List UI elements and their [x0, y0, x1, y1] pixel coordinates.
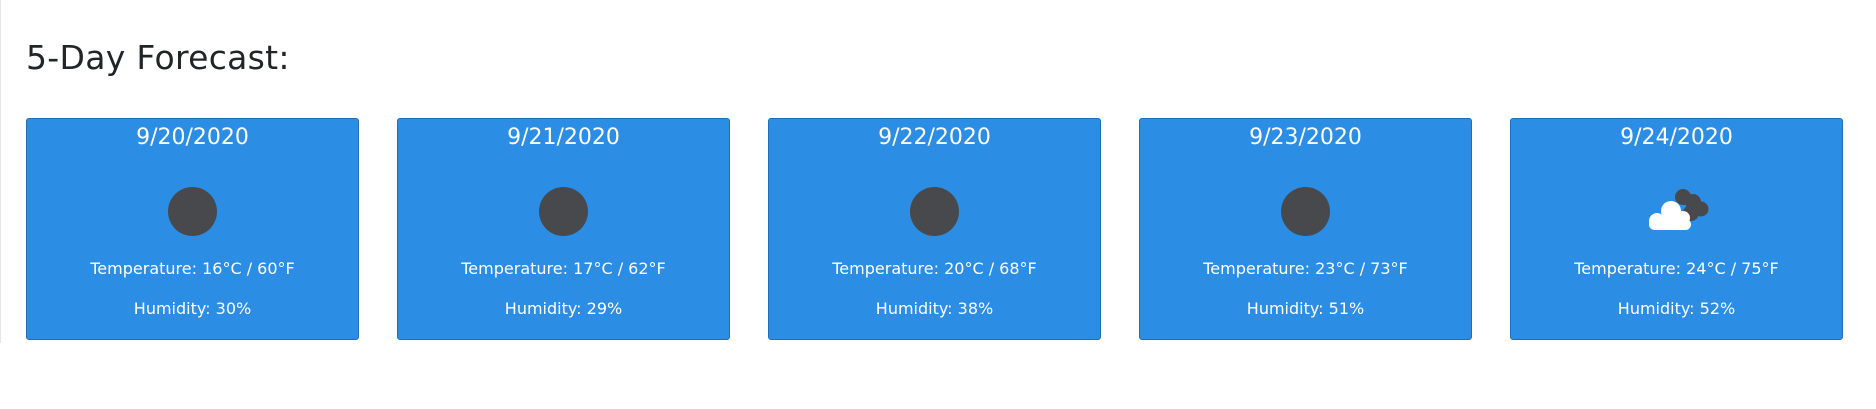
card-temperature: Temperature: 24°C / 75°F: [1574, 259, 1779, 278]
forecast-card-day-1: 9/20/2020 Temperature: 16°C / 60°F Humid…: [26, 118, 359, 340]
card-humidity: Humidity: 29%: [504, 299, 623, 318]
forecast-card-day-2: 9/21/2020 Temperature: 17°C / 62°F Humid…: [397, 118, 730, 340]
forecast-card-day-5: 9/24/2020 Temperature: 24°C / 75°F Humid…: [1510, 118, 1843, 340]
card-temperature: Temperature: 20°C / 68°F: [832, 259, 1037, 278]
forecast-card-day-3: 9/22/2020 Temperature: 20°C / 68°F Humid…: [768, 118, 1101, 340]
forecast-card-day-4: 9/23/2020 Temperature: 23°C / 73°F Humid…: [1139, 118, 1472, 340]
dark-circle-icon: [157, 185, 229, 237]
card-humidity: Humidity: 52%: [1617, 299, 1736, 318]
forecast-cards: 9/20/2020 Temperature: 16°C / 60°F Humid…: [26, 118, 1843, 340]
forecast-section: 5-Day Forecast: 9/20/2020 Temperature: 1…: [0, 0, 1876, 409]
card-humidity: Humidity: 30%: [133, 299, 252, 318]
card-date: 9/20/2020: [136, 125, 249, 150]
card-date: 9/24/2020: [1620, 125, 1733, 150]
dark-circle-icon: [899, 185, 971, 237]
clouds-icon: [1641, 185, 1713, 237]
card-temperature: Temperature: 23°C / 73°F: [1203, 259, 1408, 278]
card-temperature: Temperature: 17°C / 62°F: [461, 259, 666, 278]
card-humidity: Humidity: 51%: [1246, 299, 1365, 318]
section-divider: [0, 0, 1, 343]
dark-circle-icon: [1270, 185, 1342, 237]
forecast-title: 5-Day Forecast:: [26, 38, 290, 77]
card-date: 9/23/2020: [1249, 125, 1362, 150]
card-date: 9/22/2020: [878, 125, 991, 150]
card-date: 9/21/2020: [507, 125, 620, 150]
card-humidity: Humidity: 38%: [875, 299, 994, 318]
dark-circle-icon: [528, 185, 600, 237]
card-temperature: Temperature: 16°C / 60°F: [90, 259, 295, 278]
